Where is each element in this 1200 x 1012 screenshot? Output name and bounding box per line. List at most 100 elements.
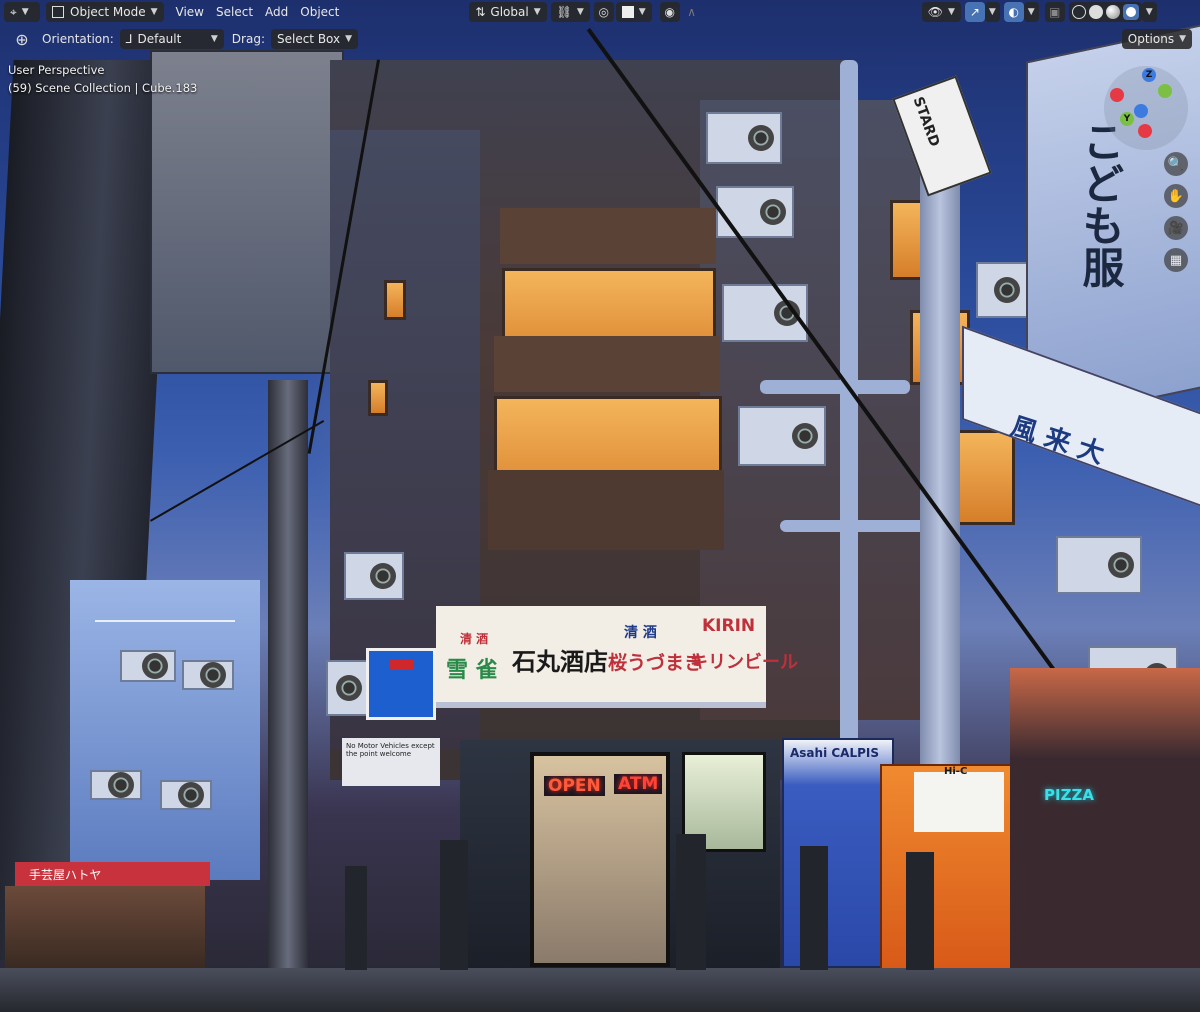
snap-icon[interactable]: ◎: [593, 2, 614, 22]
sign-sake: 清 酒: [624, 625, 657, 641]
material-shading-icon[interactable]: [1105, 5, 1120, 19]
solid-shading-icon[interactable]: [1088, 5, 1103, 19]
ac-unit: [976, 262, 1028, 318]
eye-icon: 👁: [927, 5, 943, 19]
chevron-down-icon: ▼: [947, 7, 955, 17]
chevron-down-icon: ▼: [1027, 7, 1035, 17]
no-entry-sign: [366, 648, 436, 720]
gizmo-z-axis-negative[interactable]: [1134, 104, 1148, 118]
menu-object[interactable]: Object: [294, 2, 345, 22]
bollard: [906, 852, 934, 970]
chevron-down-icon: ▼: [1145, 7, 1153, 17]
object-mode-icon: [52, 6, 64, 18]
hanging-sign-left: [150, 50, 344, 374]
chevron-down-icon: ▼: [988, 7, 996, 17]
street: [0, 968, 1200, 1012]
brick-band: [488, 470, 724, 550]
overlays-toggle-icon[interactable]: ◐: [1003, 2, 1024, 22]
mode-selector[interactable]: Object Mode ▼: [46, 2, 164, 22]
ac-unit: [706, 112, 782, 164]
lit-window-left: [368, 380, 388, 416]
xray-toggle-icon[interactable]: ▣: [1044, 2, 1065, 22]
visibility-selector[interactable]: 👁 ▼: [921, 2, 961, 22]
gizmo-x-axis-negative[interactable]: [1110, 88, 1124, 102]
pivot-point-selector[interactable]: ⛓ ▼: [550, 2, 590, 22]
active-tool-icon[interactable]: ⊕: [12, 29, 32, 49]
wireframe-shading-icon[interactable]: [1071, 5, 1086, 19]
left-shop-sign: 手芸屋ハトヤ: [15, 862, 210, 886]
bollard: [345, 866, 367, 970]
ac-unit: [344, 552, 404, 600]
view-perspective-label: User Perspective: [8, 63, 105, 77]
vending-machine-asahi: [782, 738, 894, 968]
transform-orientation-label: Global: [490, 5, 529, 19]
ac-unit: [90, 770, 142, 800]
active-collection-label: (59) Scene Collection | Cube.183: [8, 81, 198, 95]
falloff-icon[interactable]: ∧: [682, 2, 702, 22]
neon-atm-sign: ATM: [614, 774, 663, 794]
bollard: [440, 840, 468, 970]
left-shop-front: [5, 886, 205, 968]
chevron-down-icon: ▼: [150, 7, 158, 17]
3d-viewport[interactable]: 手芸屋ハトヤ 雪 雀 清 酒 石丸酒店 清 酒 桜うづまき KIRIN キリンビ…: [0, 0, 1200, 1012]
orientation-selector[interactable]: ⅃ Default ▼: [119, 29, 224, 49]
navigation-gizmo[interactable]: Z Y: [1104, 66, 1188, 150]
gizmo-toggle-icon[interactable]: ↗: [964, 2, 985, 22]
pan-hand-icon[interactable]: ✋: [1164, 184, 1188, 208]
sign-kirin: KIRIN: [702, 616, 756, 636]
left-building-ledge: [95, 620, 235, 622]
chevron-down-icon: ▼: [576, 7, 584, 17]
chevron-down-icon: ▼: [345, 34, 353, 44]
rendered-shading-icon[interactable]: [1122, 4, 1139, 20]
gizmo-z-axis[interactable]: Z: [1142, 68, 1156, 82]
shading-options[interactable]: ▼: [1141, 2, 1157, 22]
grid-toggle-icon[interactable]: ▦: [1164, 248, 1188, 272]
neon-pizza-right: PIZZA: [1044, 786, 1094, 804]
snap-target-selector[interactable]: ▼: [615, 2, 652, 22]
ac-unit: [120, 650, 176, 682]
menu-view[interactable]: View: [170, 2, 210, 22]
shading-modes: [1068, 2, 1142, 22]
gizmo-y-axis-label[interactable]: Y: [1120, 112, 1134, 126]
overlays-options[interactable]: ▼: [1023, 2, 1039, 22]
left-shop-sign-text: 手芸屋ハトヤ: [29, 867, 102, 882]
vending-asahi-label: Asahi CALPIS: [790, 746, 880, 760]
vending-hic-label: Hi-C: [944, 766, 968, 777]
editor-type-selector[interactable]: ⌖ ▼: [4, 2, 40, 22]
proportional-editing-icon[interactable]: ◉: [659, 2, 680, 22]
transform-orientation-selector[interactable]: ⇅ Global ▼: [469, 2, 547, 22]
gizmo-y-axis[interactable]: [1158, 84, 1172, 98]
menu-select[interactable]: Select: [210, 2, 259, 22]
left-building: [70, 580, 260, 880]
neon-open-sign: OPEN: [544, 776, 605, 796]
header-row-top: ⌖ ▼ Object Mode ▼ View Select Add Object …: [0, 0, 1200, 24]
pizza-shop-right: [1010, 668, 1200, 968]
link-icon: ⛓: [556, 5, 572, 19]
gizmo-options[interactable]: ▼: [984, 2, 1000, 22]
sign-sake-small: 清 酒: [460, 632, 489, 646]
gizmo-x-axis[interactable]: [1138, 124, 1152, 138]
ac-unit: [738, 406, 826, 466]
menu-add[interactable]: Add: [259, 2, 294, 22]
drag-selector[interactable]: Select Box ▼: [270, 29, 359, 49]
sign-sake-brand: 桜うづまき: [608, 652, 704, 674]
lit-window-left: [384, 280, 406, 320]
kids-clothing-text: こども服: [1076, 120, 1125, 288]
bollard: [800, 846, 828, 970]
camera-icon[interactable]: 🎥: [1164, 216, 1188, 240]
chevron-down-icon: ▼: [533, 7, 541, 17]
vending-hic-panel: [914, 772, 1004, 832]
axes-icon: ⅃: [125, 32, 133, 46]
sign-left-brand: 雪 雀: [446, 658, 498, 683]
brick-band: [494, 336, 720, 392]
ac-unit: [160, 780, 212, 810]
no-vehicles-sign: No Motor Vehicles except the point welco…: [342, 738, 440, 786]
options-button[interactable]: Options ▼: [1121, 29, 1192, 49]
square-icon: [621, 6, 634, 18]
no-entry-sign-bar: [390, 660, 414, 670]
ac-unit: [716, 186, 794, 238]
pipe: [760, 380, 910, 394]
chevron-down-icon: ▼: [21, 7, 29, 17]
zoom-icon[interactable]: 🔍: [1164, 152, 1188, 176]
chevron-down-icon: ▼: [638, 7, 646, 17]
